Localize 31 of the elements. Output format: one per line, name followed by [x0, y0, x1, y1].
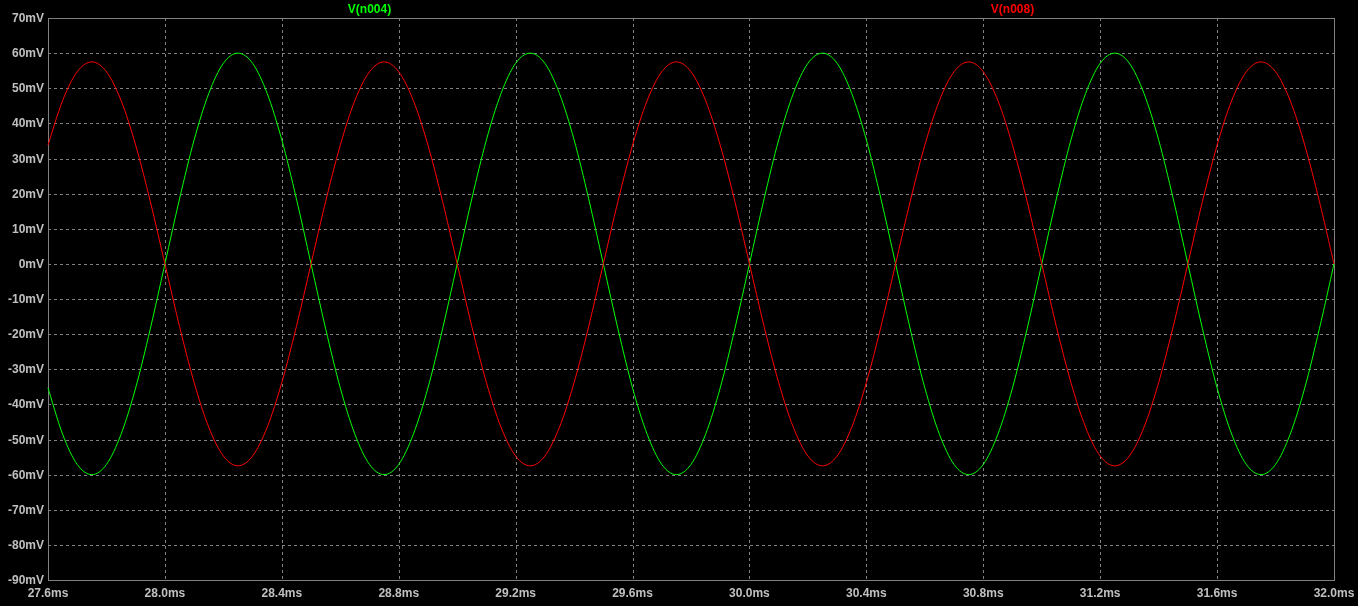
- axis-tick-label: -10mV: [7, 292, 44, 306]
- axis-tick-label: 70mV: [11, 11, 44, 25]
- axis-tick-label: -80mV: [7, 537, 44, 552]
- axis-tick-label: -90mV: [7, 573, 44, 587]
- axis-tick-label: 40mV: [11, 116, 44, 131]
- axis-tick-label: -50mV: [7, 432, 44, 447]
- axis-tick-label: 29.2ms: [495, 586, 536, 600]
- axis-tick-label: -20mV: [7, 327, 44, 342]
- axis-tick-label: 50mV: [11, 81, 44, 96]
- axis-tick-label: 10mV: [11, 221, 44, 236]
- axis-tick-label: 30.8ms: [962, 586, 1004, 600]
- axis-tick-label: -70mV: [7, 502, 44, 517]
- axis-tick-label: 28.0ms: [144, 586, 186, 600]
- axis-tick-label: 60mV: [11, 46, 44, 61]
- axis-tick-label: 31.2ms: [1079, 586, 1121, 600]
- axis-tick-label: -60mV: [7, 467, 44, 482]
- axis-tick-label: 30.4ms: [846, 586, 887, 600]
- legend-label: V(n004): [347, 2, 392, 16]
- legend-label: V(n008): [990, 2, 1035, 16]
- axis-tick-label: 32.0ms: [1313, 586, 1355, 600]
- axis-tick-label: 27.6ms: [27, 586, 69, 600]
- axis-tick-label: 28.4ms: [261, 586, 303, 600]
- axis-tick-label: 30.0ms: [729, 586, 770, 600]
- axis-tick-label: -40mV: [7, 397, 44, 412]
- axis-tick-label: 28.8ms: [378, 586, 420, 600]
- axis-tick-label: 29.6ms: [612, 586, 653, 600]
- axis-tick-label: 20mV: [11, 186, 44, 201]
- axis-tick-label: 0mV: [18, 256, 44, 271]
- axis-tick-label: -30mV: [7, 362, 44, 377]
- axis-tick-label: 31.6ms: [1196, 586, 1238, 600]
- axis-tick-label: 30mV: [11, 151, 44, 166]
